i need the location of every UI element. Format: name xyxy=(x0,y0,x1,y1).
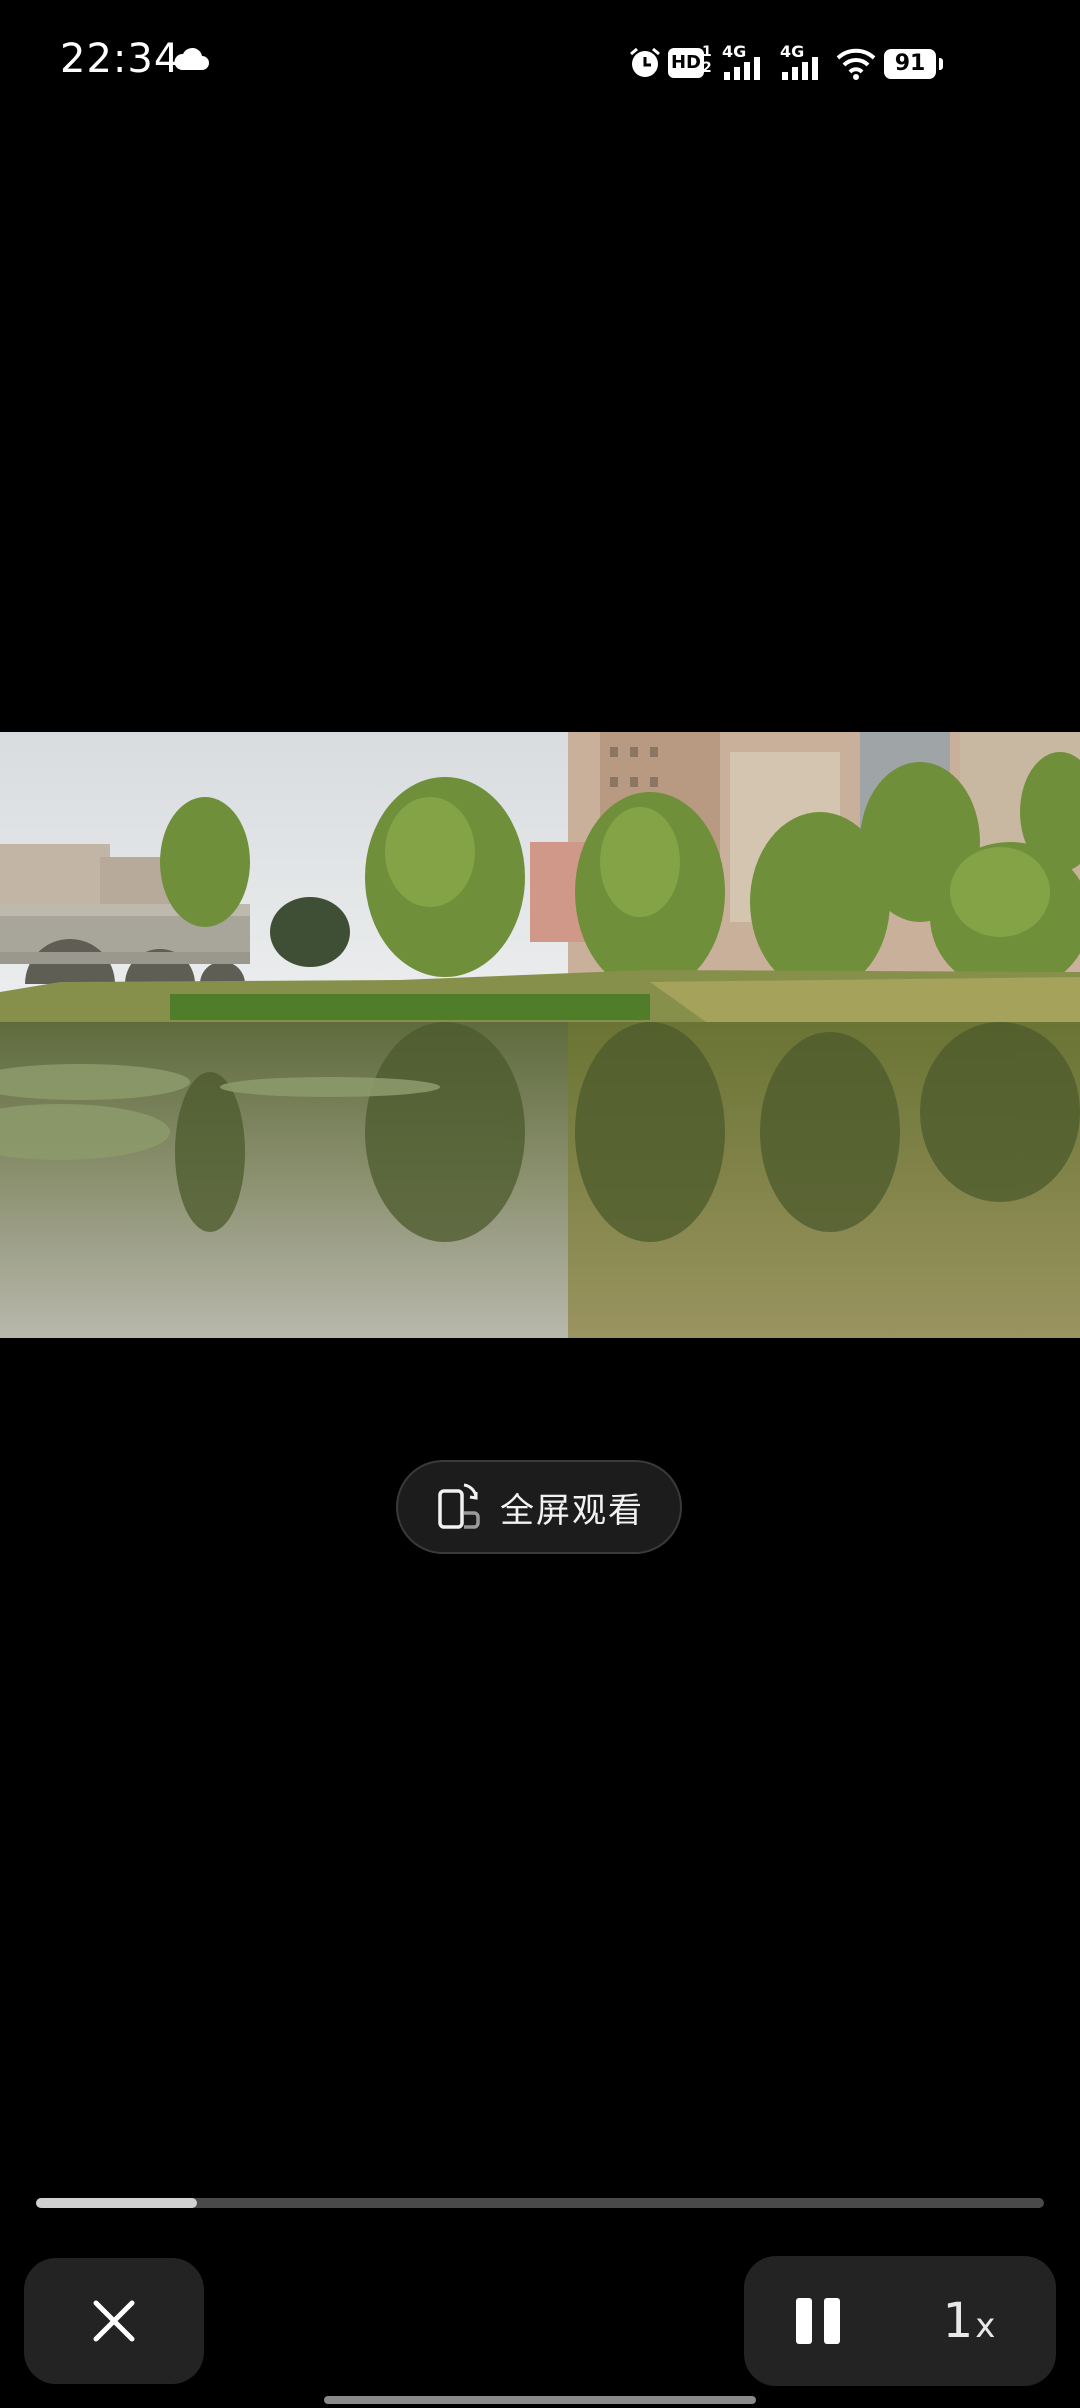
playback-progress-fill xyxy=(36,2198,198,2208)
playback-speed-button[interactable]: 1x xyxy=(914,2286,1024,2356)
fullscreen-watch-label: 全屏观看 xyxy=(500,1490,644,1531)
wifi-icon xyxy=(836,48,876,80)
signal-icon-1 xyxy=(724,57,760,80)
video-scene-image xyxy=(0,732,1080,1338)
alarm-icon xyxy=(630,47,660,77)
status-bar: 22:34 HD 12 4G 4G 91 xyxy=(0,0,1080,120)
playback-speed-unit: x xyxy=(975,2306,996,2346)
pause-button[interactable] xyxy=(784,2286,854,2356)
close-icon xyxy=(93,2300,135,2342)
rotate-screen-icon xyxy=(438,1483,480,1529)
playback-progress-bar[interactable] xyxy=(36,2198,1044,2208)
playback-controls: 1x xyxy=(744,2256,1056,2386)
hd-badge: HD xyxy=(668,48,704,78)
pause-icon xyxy=(796,2298,840,2344)
close-button[interactable] xyxy=(24,2258,204,2384)
fullscreen-watch-button[interactable]: 全屏观看 xyxy=(396,1460,682,1554)
status-time: 22:34 xyxy=(60,36,181,82)
hd-sim-numbers: 12 xyxy=(702,44,712,76)
home-indicator[interactable] xyxy=(324,2396,756,2404)
battery-indicator: 91 xyxy=(884,49,943,79)
signal-icon-2 xyxy=(782,57,818,80)
playback-speed-value: 1 xyxy=(942,2293,974,2349)
cloud-icon xyxy=(174,47,209,70)
video-frame[interactable] xyxy=(0,732,1080,1338)
